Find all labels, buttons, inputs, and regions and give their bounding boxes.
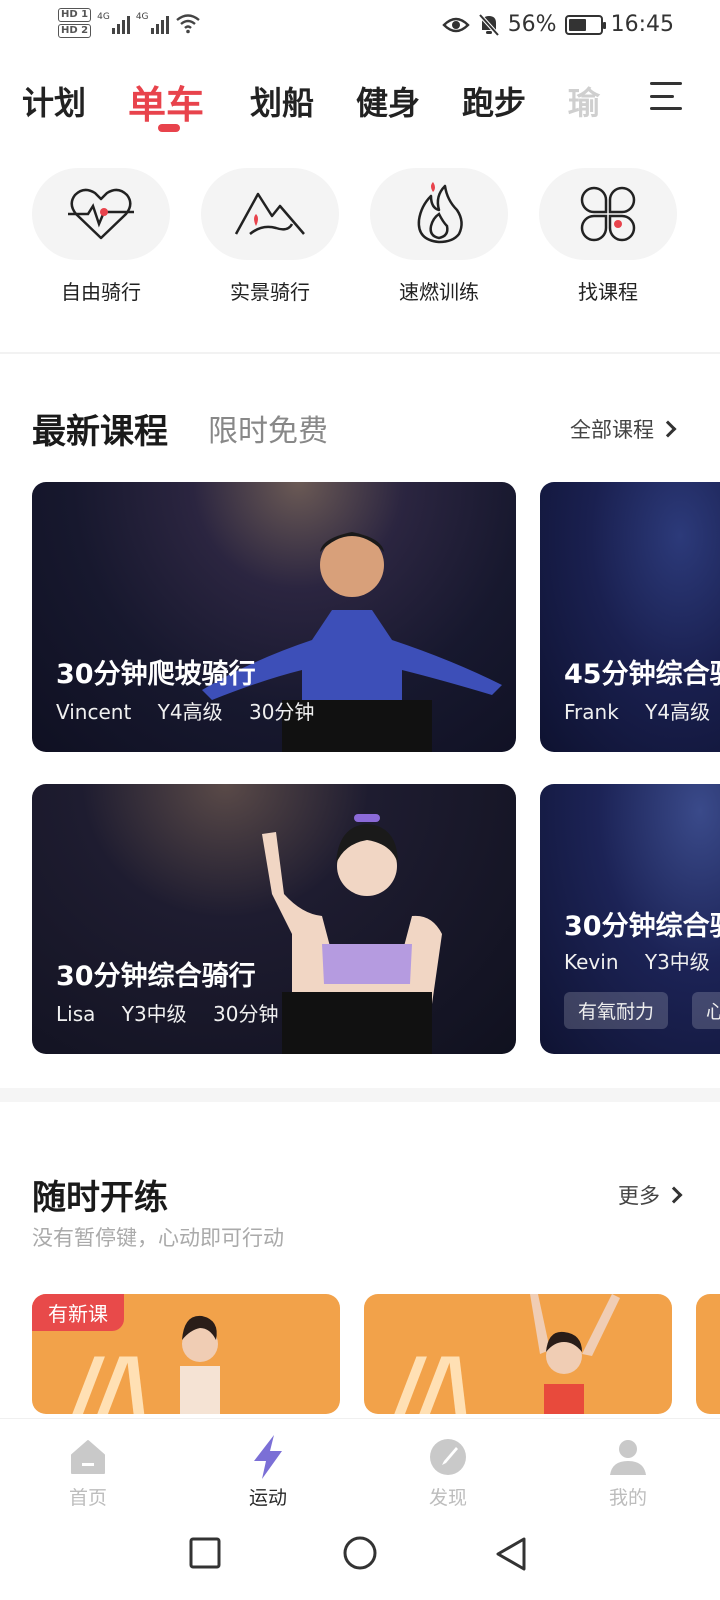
chevron-right-icon [659,420,677,438]
course-duration: 30分钟 [213,1002,279,1026]
course-card[interactable]: 30分钟综合骑行 Lisa Y3中级 30分钟 [32,784,516,1054]
divider [0,1088,720,1102]
clover-grid-icon [580,186,636,242]
course-card[interactable]: 30分钟综合骑 Kevin Y3中级 有氧耐力 心 [540,784,720,1054]
chevron-right-icon [665,1186,683,1204]
category-tabs: 计划 单车 划船 健身 跑步 瑜 [0,72,720,142]
tab-bike[interactable]: 单车 [128,74,204,129]
quick-label: 找课程 [578,280,638,304]
nav-label: 我的 [608,1487,647,1509]
person-icon [610,1440,646,1475]
heart-pulse-icon [68,188,134,240]
net1-label: 4G [97,12,110,22]
tab-rowing[interactable]: 划船 [250,78,314,124]
divider [0,352,720,354]
nav-me[interactable]: 我的 [578,1435,678,1510]
signal-group: HD 1 HD 2 4G 4G [58,8,201,38]
battery-charging-icon [564,14,606,35]
course-level: Y4高级 [645,700,711,724]
svg-text://\: //\ [390,1342,469,1414]
quick-actions: 自由骑行 实景骑行 速燃训练 找课程 [0,168,720,308]
nav-home[interactable]: 首页 [38,1435,138,1510]
hd2-badge: HD 2 [58,24,92,38]
active-tab-indicator [158,124,180,132]
compass-icon [430,1439,466,1475]
course-level: Y4高级 [157,700,223,724]
course-card[interactable]: 30分钟爬坡骑行 Vincent Y4高级 30分钟 [32,482,516,752]
bottom-nav: 首页 运动 发现 我的 [0,1418,720,1518]
cell-signal-2-icon: 4G [136,12,169,34]
course-tag: 心 [692,992,720,1029]
tab-plan[interactable]: 计划 [22,78,86,124]
course-level: Y3中级 [644,950,710,974]
all-courses-label: 全部课程 [570,418,654,442]
course-meta: Frank Y4高级 [564,696,720,725]
home-icon [71,1440,105,1474]
eye-icon [441,17,470,32]
course-meta: Kevin Y3中级 [564,946,720,975]
menu-icon[interactable] [650,82,682,110]
battery-percent: 56% [507,12,557,37]
course-title: 30分钟综合骑行 [56,961,256,992]
more-label: 更多 [618,1184,660,1208]
status-right: 56% 16:45 [441,12,674,37]
cell-signal-1-icon: 4G [97,12,130,34]
nav-label: 首页 [68,1487,107,1509]
course-card[interactable]: 45分钟综合骑 Frank Y4高级 [540,482,720,752]
hd1-badge: HD 1 [58,8,92,22]
section-subtitle: 没有暂停键，心动即可行动 [32,1226,284,1250]
course-title: 30分钟爬坡骑行 [56,659,256,690]
recents-icon[interactable] [188,1536,222,1570]
quick-label: 实景骑行 [230,280,310,304]
wifi-icon [175,14,200,34]
mountain-road-icon [234,192,305,235]
quick-find-course[interactable]: 找课程 [538,168,678,305]
course-duration: 30分钟 [248,700,315,724]
tab-running[interactable]: 跑步 [462,78,526,124]
quick-free-ride[interactable]: 自由骑行 [31,168,171,305]
clock: 16:45 [610,12,674,37]
new-course-badge: 有新课 [32,1294,124,1331]
more-link[interactable]: 更多 [618,1180,683,1210]
tab-fitness[interactable]: 健身 [356,78,420,124]
course-level: Y3中级 [121,1002,187,1026]
course-meta: Vincent Y4高级 30分钟 [56,696,328,725]
promo-card[interactable]: //\ [364,1294,672,1414]
course-tag: 有氧耐力 [564,992,669,1029]
nav-discover[interactable]: 发现 [398,1435,498,1510]
home-circle-icon[interactable] [342,1536,378,1572]
flame-icon [417,182,463,244]
quick-burn-training[interactable]: 速燃训练 [369,168,509,305]
coach-name: Kevin [564,950,619,974]
coach-name: Vincent [56,700,132,724]
net2-label: 4G [135,12,149,22]
lightning-icon [254,1435,282,1479]
coach-name: Frank [564,700,619,724]
status-bar: HD 1 HD 2 4G 4G 56% 16:45 [0,0,720,54]
course-title: 30分钟综合骑 [564,911,720,942]
course-meta: Lisa Y3中级 30分钟 [56,998,293,1027]
tab-yoga[interactable]: 瑜 [568,78,600,124]
section-title-latest: 最新课程 [32,412,168,452]
quick-label: 自由骑行 [61,280,141,304]
nav-label: 发现 [428,1487,467,1509]
promo-card[interactable] [696,1294,720,1414]
tab-free-limited[interactable]: 限时免费 [208,406,328,450]
nav-label: 运动 [248,1487,287,1509]
bell-off-icon [478,13,500,36]
promo-card[interactable]: //\ 有新课 [32,1294,340,1414]
course-title: 45分钟综合骑 [564,659,720,690]
all-courses-link[interactable]: 全部课程 [570,414,677,444]
back-icon[interactable] [494,1536,528,1572]
workout-image: //\ [390,1294,620,1414]
nav-sport[interactable]: 运动 [218,1435,318,1510]
section-title-anytime: 随时开练 [32,1178,168,1218]
coach-name: Lisa [56,1002,96,1026]
quick-label: 速燃训练 [399,280,479,304]
system-nav [0,1518,720,1600]
svg-text://\: //\ [68,1342,147,1414]
quick-scenic-ride[interactable]: 实景骑行 [200,168,340,305]
